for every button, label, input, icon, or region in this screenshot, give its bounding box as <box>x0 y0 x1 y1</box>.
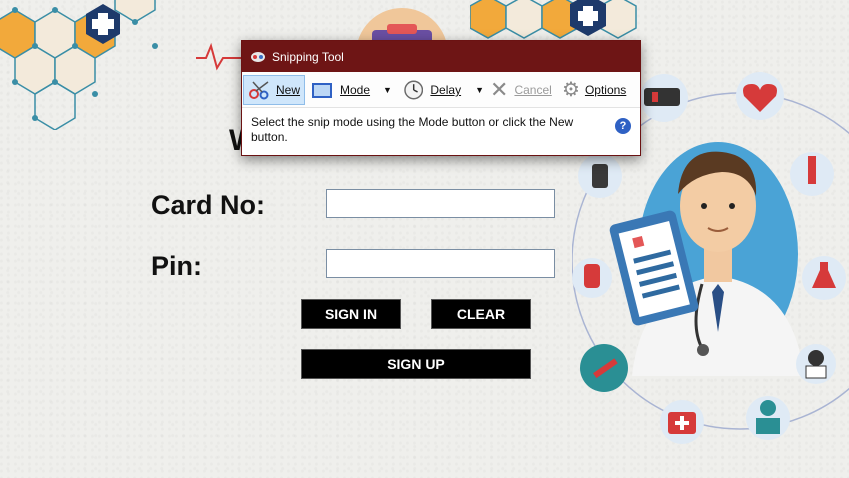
cancel-button[interactable]: ✕ Cancel <box>490 75 554 105</box>
medical-cross-hexagon-icon <box>570 0 606 36</box>
ambulance-icon <box>640 74 688 122</box>
sign-in-button[interactable]: SIGN IN <box>301 299 401 329</box>
sign-up-button[interactable]: SIGN UP <box>301 349 531 379</box>
snipping-tool-message: Select the snip mode using the Mode butt… <box>251 115 574 144</box>
delay-button[interactable]: Delay ▼ <box>404 75 484 105</box>
options-label: Options <box>584 83 627 97</box>
pin-input[interactable] <box>326 249 555 278</box>
medicine-bottle-icon <box>578 154 622 198</box>
hexagon-pattern-left <box>0 0 158 130</box>
snipping-tool-window: Snipping Tool New Mode ▼ Delay ▼ ✕ Cance… <box>241 40 641 156</box>
syringe-icon <box>790 152 834 196</box>
heart-icon <box>736 72 784 120</box>
snipping-tool-title: Snipping Tool <box>272 49 344 64</box>
clear-button[interactable]: CLEAR <box>431 299 531 329</box>
first-aid-kit-icon <box>660 400 704 444</box>
dropdown-arrow-icon: ▼ <box>475 85 484 95</box>
delay-label: Delay <box>430 83 462 97</box>
help-icon[interactable]: ? <box>615 118 631 134</box>
gear-icon: ⚙ <box>562 79 580 101</box>
syringe-icon <box>580 344 628 392</box>
flask-icon <box>802 256 846 300</box>
mode-button[interactable]: Mode ▼ <box>312 75 396 105</box>
cancel-label: Cancel <box>514 83 552 97</box>
mode-label: Mode <box>340 83 371 97</box>
nurse-icon <box>796 344 836 384</box>
blood-bag-icon <box>572 258 612 298</box>
options-button[interactable]: ⚙ Options <box>562 75 638 105</box>
new-snip-button[interactable]: New <box>243 75 305 105</box>
new-label: New <box>276 83 301 97</box>
card-number-label: Card No: <box>151 190 265 220</box>
hexagon-pattern-top <box>470 0 637 39</box>
rectangle-snip-icon <box>312 82 332 98</box>
close-x-icon: ✕ <box>490 77 509 102</box>
dropdown-arrow-icon: ▼ <box>383 85 392 95</box>
snipping-tool-toolbar: New Mode ▼ Delay ▼ ✕ Cancel ⚙ Options <box>242 72 640 108</box>
card-number-input[interactable] <box>326 189 555 218</box>
scissors-icon <box>251 52 265 62</box>
snipping-tool-title-bar[interactable]: Snipping Tool <box>242 41 640 72</box>
doctor-avatar-icon <box>746 396 790 440</box>
clock-icon <box>404 80 424 100</box>
scissors-icon <box>249 81 269 100</box>
pin-label: Pin: <box>151 251 202 281</box>
